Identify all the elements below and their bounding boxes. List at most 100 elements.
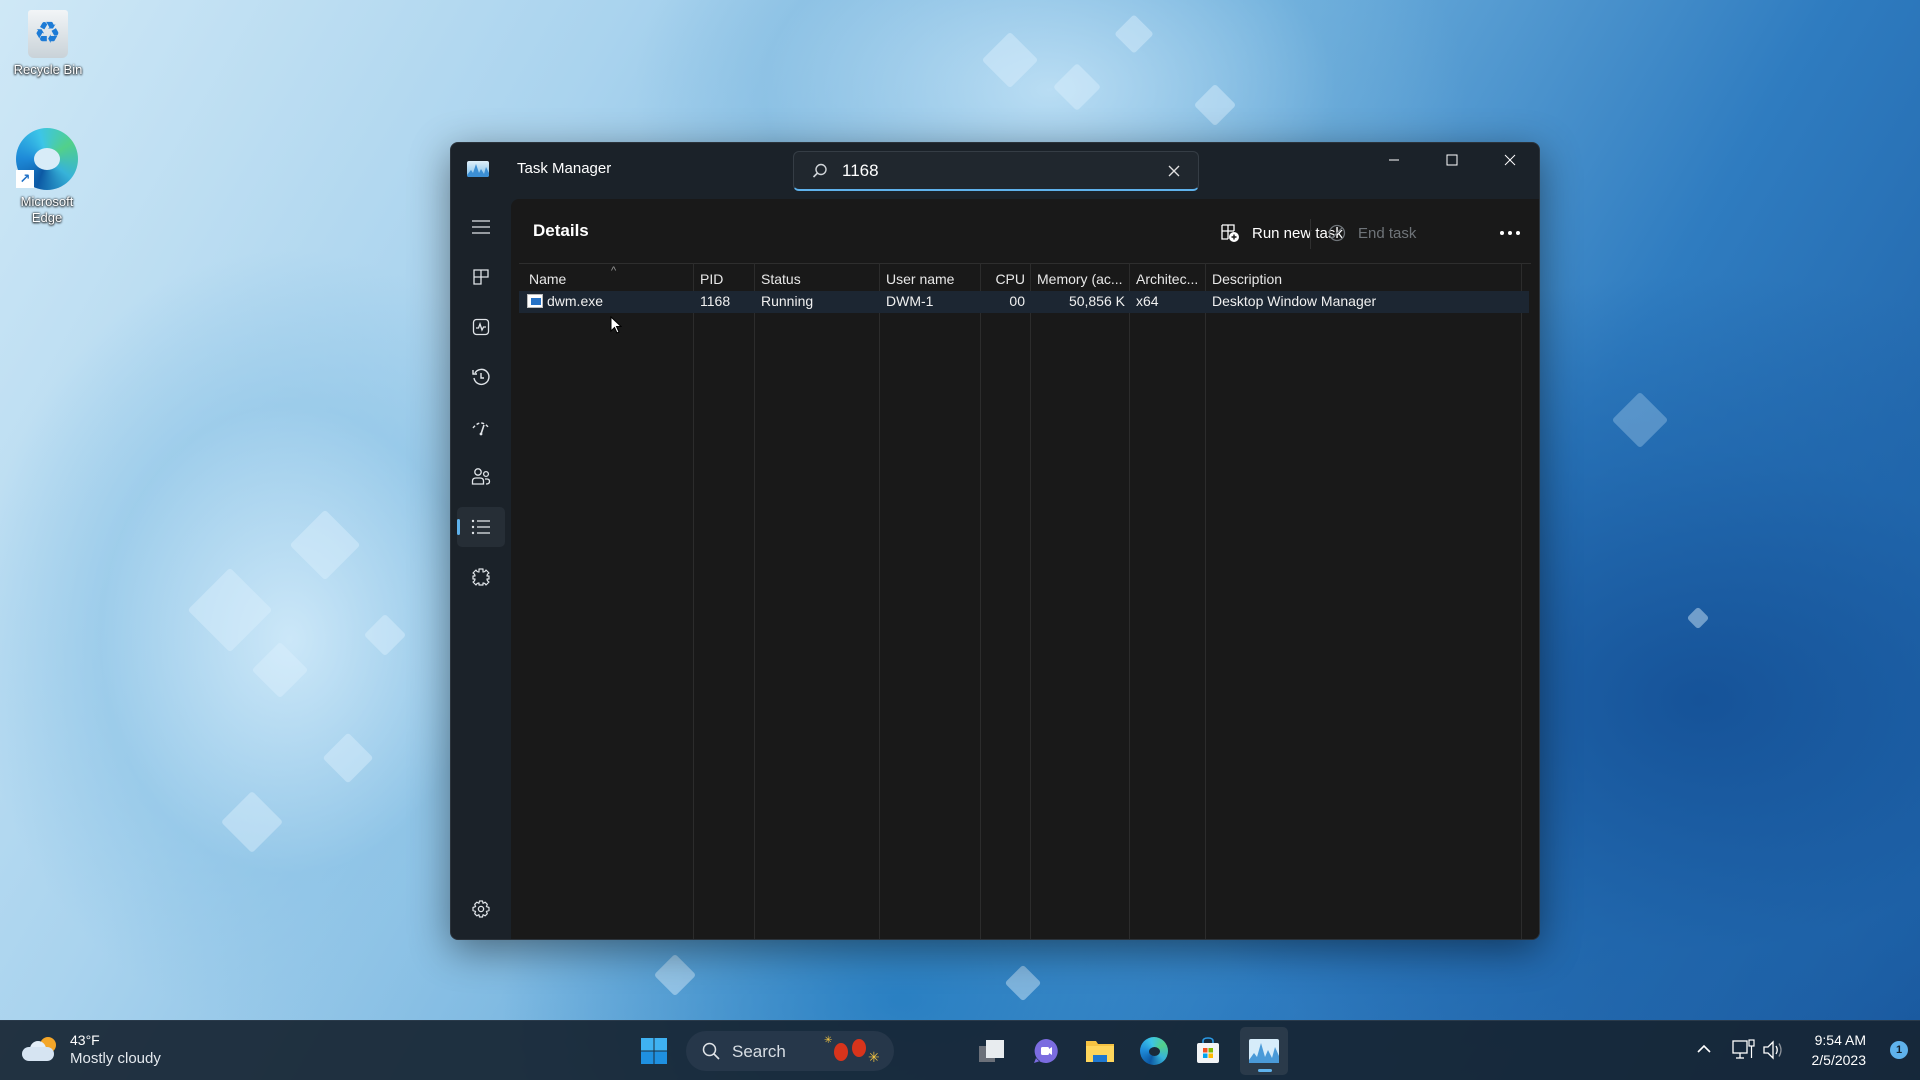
details-list-icon [471,519,490,535]
minimize-button[interactable] [1365,143,1423,177]
nav-details[interactable] [457,507,505,547]
end-task-label: End task [1358,224,1417,242]
title-bar[interactable]: Task Manager [451,143,1539,199]
table-row[interactable]: dwm.exe 1168 Running DWM-1 00 50,856 K x… [519,291,1529,313]
close-icon [1504,154,1516,166]
hamburger-icon [472,220,490,234]
teams-chat-icon [1034,1039,1058,1063]
startup-icon [472,422,490,436]
column-separator[interactable] [754,263,755,939]
edge-icon [1140,1037,1168,1065]
nav-menu-toggle[interactable] [457,207,505,247]
maximize-button[interactable] [1423,143,1481,177]
nav-services[interactable] [457,557,505,597]
task-view-icon [979,1040,1004,1062]
desktop-icon-microsoft-edge[interactable]: ↗ Microsoft Edge [0,128,94,226]
search-icon [812,163,827,178]
cell-user-name: DWM-1 [886,293,934,309]
taskbar-task-view[interactable] [968,1027,1016,1075]
maximize-icon [1446,154,1458,166]
windows-start-icon [641,1038,667,1064]
column-header-user-name[interactable]: User name [886,271,978,291]
column-header-status[interactable]: Status [761,271,876,291]
column-header-description[interactable]: Description [1212,271,1512,291]
desktop-icon-label: Microsoft Edge [20,194,74,225]
volume-icon[interactable] [1762,1039,1784,1061]
clear-search-icon[interactable] [1166,163,1182,179]
column-header-memory[interactable]: Memory (ac... [1037,271,1127,291]
nav-performance[interactable] [457,307,505,347]
nav-settings[interactable] [457,889,505,929]
run-new-task-button[interactable]: Run new task [1220,216,1343,250]
performance-icon [472,318,490,336]
vertical-scrollbar[interactable] [1515,263,1531,939]
window-title: Task Manager [517,160,612,177]
sort-ascending-icon: ^ [611,265,617,277]
folder-icon [1086,1041,1114,1062]
end-task-icon [1328,224,1346,242]
column-header-name[interactable]: Name ^ [529,265,689,291]
recycle-bin-icon [28,10,68,58]
run-new-task-icon [1221,224,1239,242]
nav-processes[interactable] [457,257,505,297]
header-divider [519,263,1531,264]
clock-time: 9:54 AM [1814,1032,1866,1048]
column-separator[interactable] [1030,263,1031,939]
more-options-button[interactable] [1499,216,1533,250]
nav-app-history[interactable] [457,357,505,397]
taskbar-edge[interactable] [1130,1027,1178,1075]
nav-startup-apps[interactable] [457,407,505,447]
show-hidden-icons-chevron[interactable] [1696,1043,1712,1055]
users-icon [471,468,491,485]
column-header-pid[interactable]: PID [700,271,750,291]
cell-status: Running [761,293,814,309]
cell-name: dwm.exe [547,293,604,309]
cell-architecture: x64 [1136,293,1159,309]
task-manager-window: Task Manager 1168 Details Run new task E… [450,142,1540,940]
taskbar-microsoft-store[interactable] [1184,1027,1232,1075]
weather-temperature: 43°F [70,1032,100,1048]
column-separator[interactable] [693,263,694,939]
column-separator[interactable] [879,263,880,939]
search-input[interactable] [842,158,1142,184]
gear-icon [472,900,490,918]
column-separator[interactable] [1205,263,1206,939]
clock-date: 2/5/2023 [1811,1052,1867,1068]
page-title: Details [533,221,589,240]
desktop-icon-label: Recycle Bin [13,62,83,77]
taskbar-file-explorer[interactable] [1076,1027,1124,1075]
taskbar-search-label: Search [732,1042,786,1061]
details-table: Name ^ PID Status User name CPU Memory (… [519,263,1531,939]
nav-users[interactable] [457,457,505,497]
column-header-architecture[interactable]: Architec... [1136,271,1204,291]
more-options-icon [1500,231,1520,235]
column-separator[interactable] [1129,263,1130,939]
taskbar-teams-chat[interactable] [1022,1027,1070,1075]
start-button[interactable] [630,1027,678,1075]
taskbar-task-manager[interactable] [1240,1027,1288,1075]
cell-pid: 1168 [700,293,731,309]
taskbar-search[interactable]: Search ✳ ✳ [686,1031,894,1071]
task-manager-icon [1249,1039,1279,1063]
weather-widget[interactable]: 43°F Mostly cloudy [22,1031,161,1069]
notification-badge[interactable]: 1 [1890,1041,1908,1059]
processes-icon [473,269,489,285]
minimize-icon [1389,159,1399,161]
process-icon [527,294,543,308]
history-icon [472,368,490,386]
services-icon [472,568,490,586]
shortcut-arrow-icon: ↗ [16,170,34,188]
clock[interactable]: 9:54 AM 2/5/2023 [1812,1030,1867,1070]
cell-description: Desktop Window Manager [1212,293,1377,309]
end-task-button[interactable]: End task [1328,216,1416,250]
partly-cloudy-icon [22,1037,58,1063]
network-wired-icon[interactable] [1732,1039,1756,1061]
close-button[interactable] [1481,143,1539,177]
column-header-cpu[interactable]: CPU [987,271,1025,291]
column-separator[interactable] [980,263,981,939]
desktop-icon-recycle-bin[interactable]: Recycle Bin [0,10,96,78]
search-box[interactable] [793,151,1199,191]
column-header-label: Name [529,271,567,287]
search-icon [702,1042,720,1060]
cell-memory: 50,856 K [1068,293,1125,309]
